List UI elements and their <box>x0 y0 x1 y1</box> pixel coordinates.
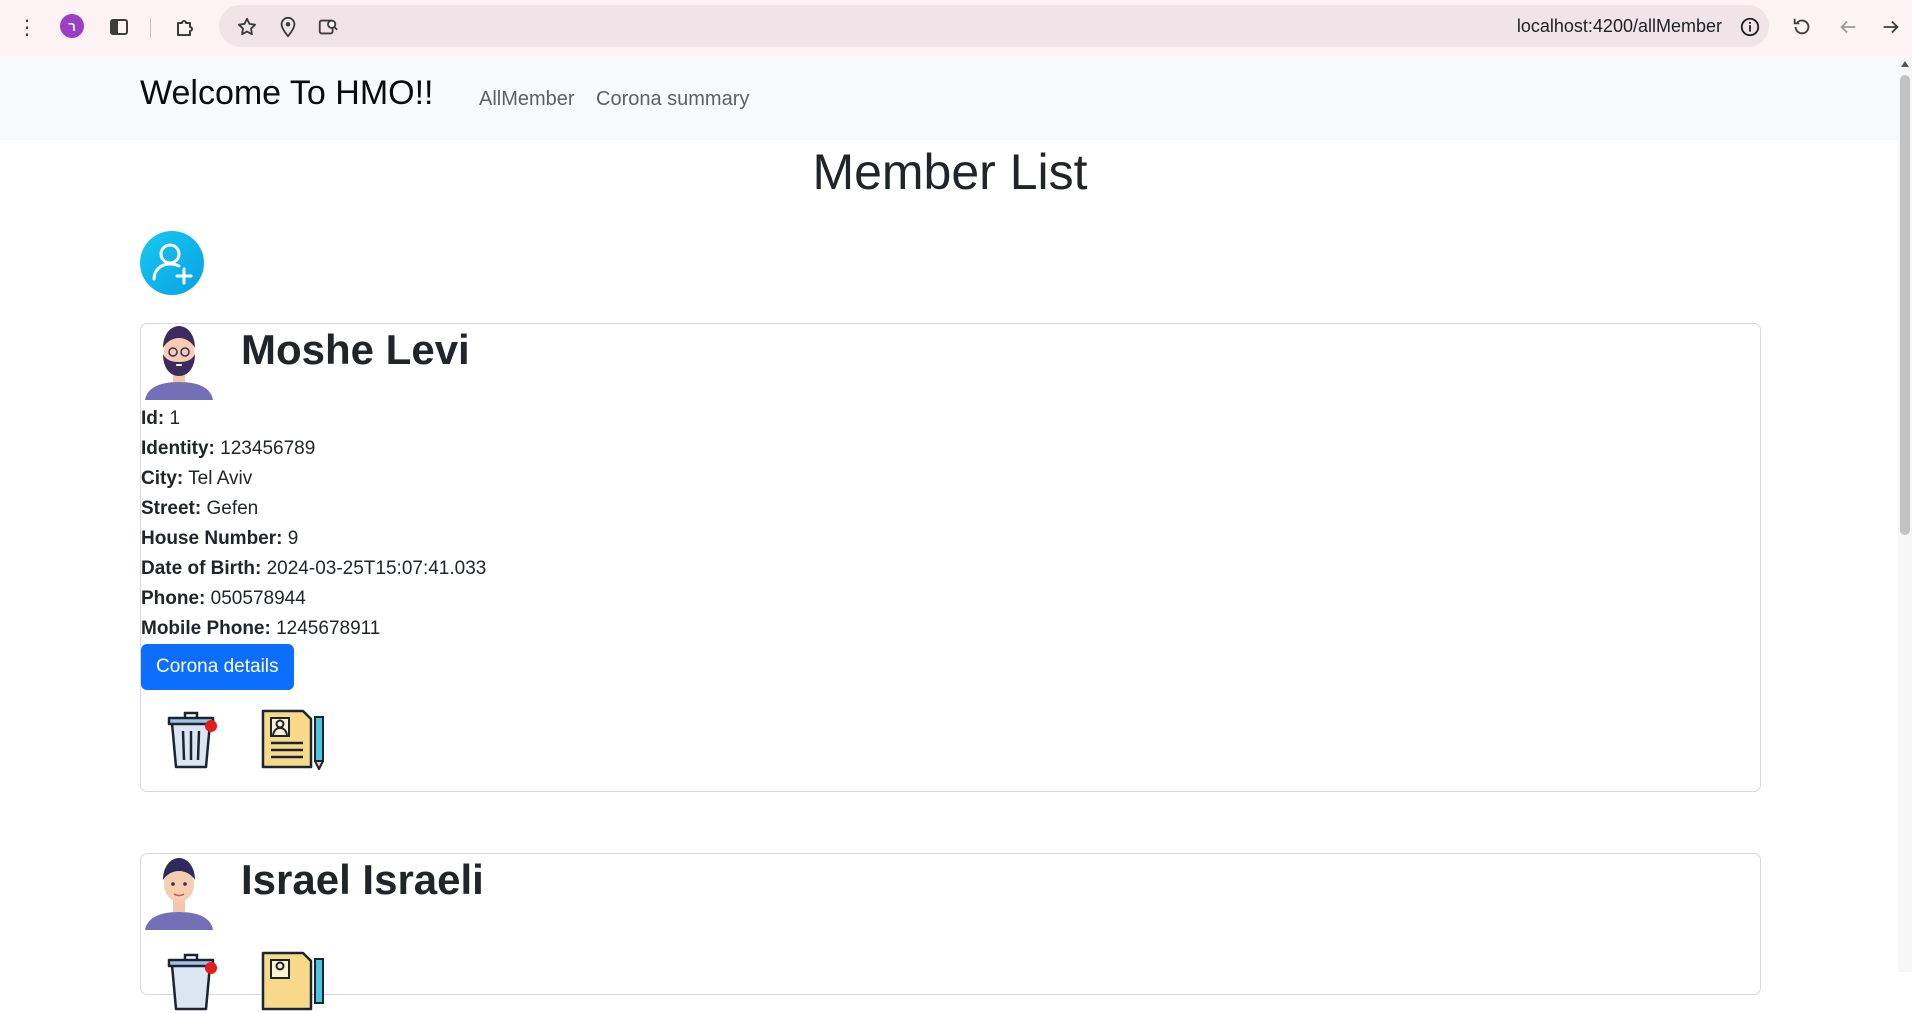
detail-row-city: City: Tel Aviv <box>141 464 486 494</box>
detail-value: 123456789 <box>220 438 316 459</box>
detail-row-identity: Identity: 123456789 <box>141 434 486 464</box>
toolbar-divider <box>150 18 151 38</box>
bookmark-star-icon[interactable] <box>234 14 260 40</box>
add-member-button[interactable] <box>140 231 204 295</box>
browser-toolbar: ⋮ ר localhost:4200/allMember <box>0 0 1912 57</box>
site-info-icon[interactable] <box>1737 14 1763 40</box>
edit-document-icon[interactable] <box>259 707 327 771</box>
navbar-brand[interactable]: Welcome To HMO!! <box>140 74 433 113</box>
bearded-man-avatar-icon <box>145 326 213 400</box>
member-card: Israel Israeli <box>140 853 1761 1011</box>
man-avatar-icon <box>145 858 213 930</box>
detail-row-mobile-phone: Mobile Phone: 1245678911 <box>141 614 486 644</box>
detail-value: 2024-03-25T15:07:41.033 <box>266 558 487 579</box>
detail-label: House Number: <box>141 528 283 549</box>
location-pin-icon[interactable] <box>275 14 301 40</box>
detail-row-id: Id: 1 <box>141 404 486 434</box>
url-text[interactable]: localhost:4200/allMember <box>1517 16 1722 37</box>
app-navbar: Welcome To HMO!! AllMember Corona summar… <box>0 56 1912 140</box>
add-user-icon <box>152 243 193 285</box>
detail-row-street: Street: Gefen <box>141 494 486 524</box>
detail-label: City: <box>141 468 184 489</box>
forward-arrow-icon[interactable] <box>1878 14 1904 40</box>
detail-value: 050578944 <box>210 588 306 609</box>
detail-label: Identity: <box>141 438 215 459</box>
detail-label: Phone: <box>141 588 206 609</box>
detail-label: Mobile Phone: <box>141 618 271 639</box>
detail-label: Date of Birth: <box>141 558 262 579</box>
scrollbar-thumb[interactable] <box>1900 75 1910 535</box>
detail-value: 9 <box>287 528 299 549</box>
side-panel-icon[interactable] <box>106 14 132 40</box>
page-title: Member List <box>812 144 1088 200</box>
member-name: Israel Israeli <box>241 856 484 903</box>
detail-row-house-number: House Number: 9 <box>141 524 486 554</box>
profile-avatar[interactable]: ר <box>60 14 84 38</box>
back-arrow-icon[interactable] <box>1835 14 1861 40</box>
detail-row-date-of-birth: Date of Birth: 2024-03-25T15:07:41.033 <box>141 554 486 584</box>
member-card: Moshe Levi Id: 1 Identity: 123456789 Cit… <box>140 323 1761 792</box>
detail-value: Tel Aviv <box>188 468 253 489</box>
detail-value: Gefen <box>206 498 259 519</box>
extensions-icon[interactable] <box>172 14 198 40</box>
corona-details-button[interactable]: Corona details <box>141 644 294 690</box>
reload-icon[interactable] <box>1789 14 1815 40</box>
detail-value: 1 <box>169 408 181 429</box>
detail-label: Id: <box>141 408 165 429</box>
nav-link-corona-summary[interactable]: Corona summary <box>596 88 749 111</box>
browser-menu-icon[interactable]: ⋮ <box>14 14 40 40</box>
detail-value: 1245678911 <box>276 618 381 639</box>
scroll-up-arrow-icon[interactable] <box>1901 61 1909 67</box>
trash-icon[interactable] <box>163 949 219 1013</box>
trash-icon[interactable] <box>163 707 219 771</box>
nav-link-allmember[interactable]: AllMember <box>479 88 575 111</box>
member-details: Id: 1 Identity: 123456789 City: Tel Aviv… <box>141 404 486 644</box>
detail-label: Street: <box>141 498 202 519</box>
member-name: Moshe Levi <box>241 326 470 373</box>
google-lens-icon[interactable] <box>315 14 341 40</box>
detail-row-phone: Phone: 050578944 <box>141 584 486 614</box>
edit-document-icon[interactable] <box>259 949 327 1013</box>
